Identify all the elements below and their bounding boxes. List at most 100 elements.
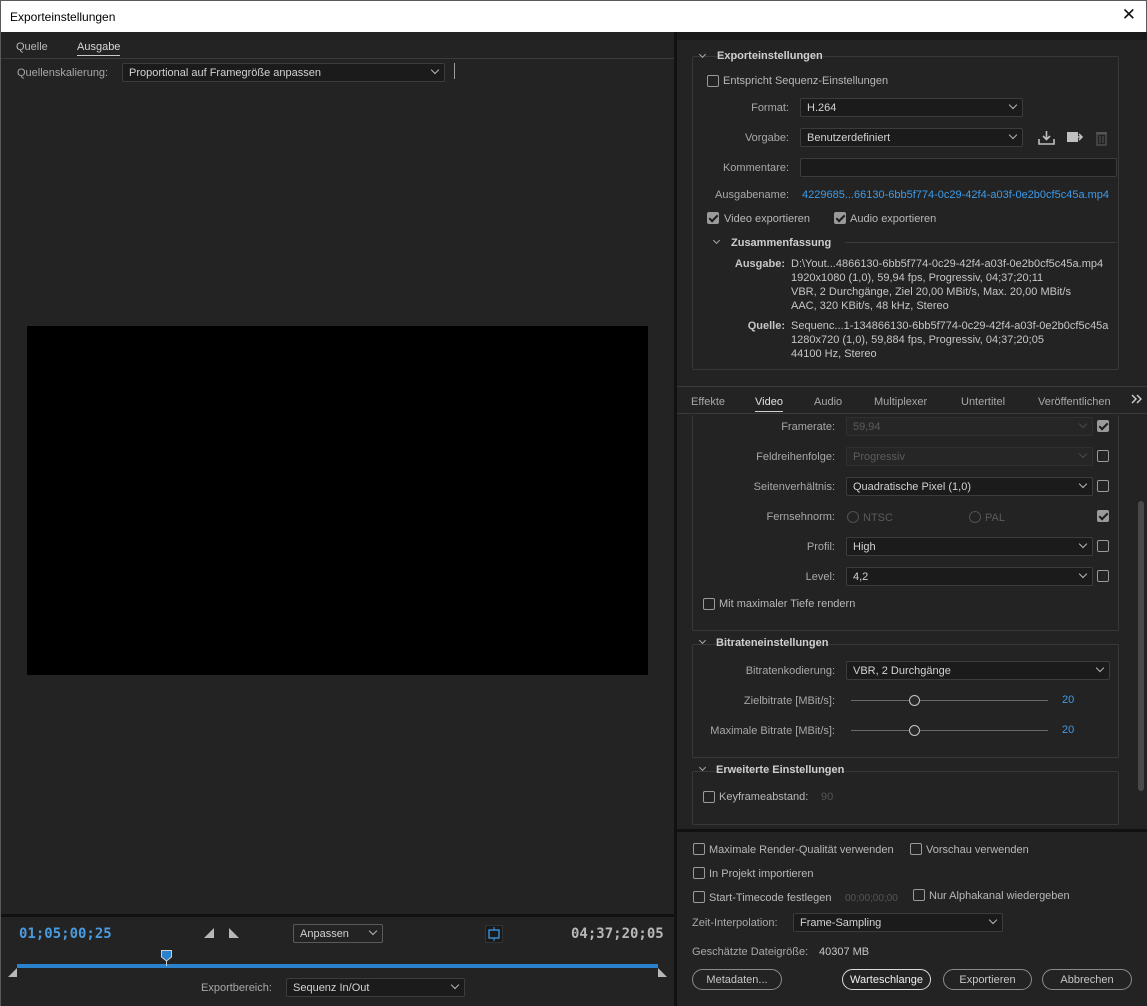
chevron-down-icon: [450, 980, 460, 990]
start-timecode-checkbox[interactable]: [693, 891, 705, 903]
summary-rule: [845, 242, 1117, 243]
export-audio-label: Audio exportieren: [850, 213, 937, 225]
out-point-icon[interactable]: [658, 968, 668, 978]
queue-button[interactable]: Warteschlange: [842, 969, 931, 990]
export-video-checkbox[interactable]: [707, 212, 719, 224]
preset-dropdown[interactable]: Benutzerdefiniert: [800, 128, 1023, 147]
in-point-icon[interactable]: [8, 968, 18, 978]
metadata-button[interactable]: Metadaten...: [692, 969, 782, 990]
options-divider: [677, 829, 1147, 832]
max-depth-checkbox[interactable]: [703, 598, 715, 610]
aspect-match-checkbox[interactable]: [1097, 480, 1109, 492]
chevron-down-icon: [988, 915, 998, 925]
level-dropdown[interactable]: 4,2: [846, 567, 1093, 586]
timecode-in[interactable]: 01;05;00;25: [19, 926, 112, 942]
close-icon[interactable]: ✕: [1122, 5, 1136, 25]
export-range-label: Exportbereich:: [201, 982, 272, 994]
tab-output[interactable]: Ausgabe: [77, 41, 121, 56]
preset-label: Vorgabe:: [744, 132, 789, 144]
max-bitrate-label: Maximale Bitrate [MBit/s]:: [710, 725, 835, 737]
ntsc-radio: [847, 511, 859, 523]
match-sequence-checkbox[interactable]: [707, 75, 719, 87]
aspect-label: Seitenverhältnis:: [753, 481, 835, 493]
target-bitrate-value[interactable]: 20: [1062, 694, 1074, 706]
text-cursor: [454, 63, 455, 79]
top-band: [677, 32, 1147, 40]
target-bitrate-knob[interactable]: [909, 695, 920, 706]
summary-output-line: AAC, 320 KBit/s, 48 kHz, Stereo: [791, 300, 949, 312]
format-dropdown[interactable]: H.264: [800, 98, 1023, 117]
chevron-down-icon: [1078, 419, 1088, 429]
export-button[interactable]: Exportieren: [943, 969, 1032, 990]
tab-multiplexer[interactable]: Multiplexer: [874, 396, 927, 408]
profile-dropdown[interactable]: High: [846, 537, 1093, 556]
max-depth-label: Mit maximaler Tiefe rendern: [719, 598, 856, 610]
advanced-title: Erweiterte Einstellungen: [716, 764, 845, 776]
tab-audio[interactable]: Audio: [814, 396, 842, 408]
tab-captions[interactable]: Untertitel: [961, 396, 1005, 408]
tab-publish[interactable]: Veröffentlichen: [1038, 396, 1111, 408]
mark-in-icon[interactable]: [204, 928, 215, 939]
time-interpolation-dropdown[interactable]: Frame-Sampling: [793, 913, 1003, 932]
bitrate-title: Bitrateneinstellungen: [716, 637, 829, 649]
keyframe-label: Keyframeabstand:: [719, 791, 809, 803]
cancel-button[interactable]: Abbrechen: [1042, 969, 1132, 990]
framerate-match-checkbox[interactable]: [1097, 420, 1109, 432]
level-match-checkbox[interactable]: [1097, 570, 1109, 582]
summary-output-line: VBR, 2 Durchgänge, Ziel 20,00 MBit/s, Ma…: [791, 286, 1072, 298]
max-bitrate-slider[interactable]: [851, 730, 1048, 731]
chevron-down-icon: [1078, 449, 1088, 459]
profile-label: Profil:: [806, 541, 835, 553]
export-video-label: Video exportieren: [724, 213, 811, 225]
tab-effects[interactable]: Effekte: [691, 396, 725, 408]
tab-video[interactable]: Video: [755, 396, 783, 412]
alpha-only-checkbox[interactable]: [913, 889, 925, 901]
profile-match-checkbox[interactable]: [1097, 540, 1109, 552]
file-size-value: 40307 MB: [819, 946, 870, 958]
tv-standard-match-checkbox[interactable]: [1097, 510, 1109, 522]
source-scaling-dropdown[interactable]: Proportional auf Framegröße anpassen: [122, 63, 445, 82]
delete-preset-icon[interactable]: [1095, 130, 1108, 146]
fit-dropdown[interactable]: Anpassen: [293, 924, 383, 943]
start-timecode-value: 00;00;00;00: [845, 893, 898, 904]
settings-scrollbar[interactable]: [1138, 501, 1144, 791]
collapse-caret-icon[interactable]: [698, 636, 707, 645]
max-render-quality-checkbox[interactable]: [693, 843, 705, 855]
summary-source-line: 1280x720 (1,0), 59,884 fps, Progressiv, …: [791, 334, 1044, 346]
save-preset-icon[interactable]: [1038, 130, 1055, 145]
chevron-down-icon: [1078, 479, 1088, 489]
aspect-dropdown[interactable]: Quadratische Pixel (1,0): [846, 477, 1093, 496]
max-bitrate-value[interactable]: 20: [1062, 724, 1074, 736]
import-preset-icon[interactable]: [1066, 130, 1083, 145]
output-name-link[interactable]: 4229685...66130-6bb5f774-0c29-42f4-a03f-…: [802, 189, 1109, 201]
timecode-out: 04;37;20;05: [571, 926, 664, 942]
mark-out-icon[interactable]: [229, 928, 240, 939]
framerate-dropdown: 59,94: [846, 417, 1093, 436]
collapse-caret-icon[interactable]: [698, 763, 707, 772]
bitrate-encoding-dropdown[interactable]: VBR, 2 Durchgänge: [846, 661, 1110, 680]
pal-label: PAL: [985, 512, 1005, 524]
target-bitrate-slider[interactable]: [851, 700, 1048, 701]
playhead-icon[interactable]: [161, 950, 172, 966]
comments-input[interactable]: [800, 158, 1117, 177]
chevron-down-icon: [1008, 130, 1018, 140]
source-output-tabs: Quelle Ausgabe: [1, 32, 674, 59]
tab-source[interactable]: Quelle: [16, 41, 48, 53]
field-order-match-checkbox[interactable]: [1097, 450, 1109, 462]
output-name-label: Ausgabename:: [715, 189, 789, 201]
bitrate-encoding-value: VBR, 2 Durchgänge: [853, 665, 951, 677]
use-previews-label: Vorschau verwenden: [926, 844, 1029, 856]
use-previews-checkbox[interactable]: [910, 843, 922, 855]
export-range-dropdown[interactable]: Sequenz In/Out: [286, 978, 465, 997]
max-bitrate-knob[interactable]: [909, 725, 920, 736]
bitrate-encoding-label: Bitratenkodierung:: [745, 665, 835, 677]
timeline-bar[interactable]: [17, 964, 658, 968]
import-project-checkbox[interactable]: [693, 867, 705, 879]
export-audio-checkbox[interactable]: [834, 212, 846, 224]
field-order-value: Progressiv: [853, 451, 905, 463]
chevron-double-right-icon[interactable]: [1131, 394, 1142, 404]
time-interpolation-value: Frame-Sampling: [800, 917, 882, 929]
safe-margins-icon[interactable]: [485, 925, 503, 943]
keyframe-checkbox[interactable]: [703, 791, 715, 803]
settings-panel: Exporteinstellungen Entspricht Sequenz-E…: [677, 32, 1147, 1006]
